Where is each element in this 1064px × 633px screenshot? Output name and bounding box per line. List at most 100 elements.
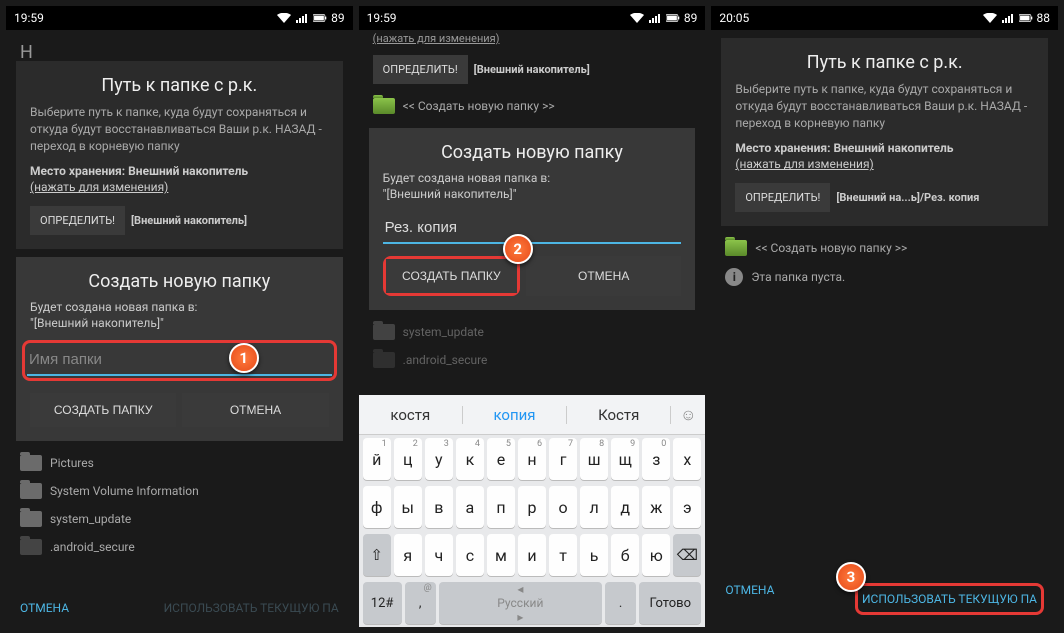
- key-н[interactable]: н6: [518, 438, 546, 480]
- key-с[interactable]: с: [456, 534, 484, 576]
- create-loc: "[Внешний накопитель]": [30, 316, 329, 330]
- cancel-button[interactable]: ОТМЕНА: [182, 393, 328, 427]
- battery-pct: 89: [684, 11, 698, 25]
- bottom-use-button[interactable]: ИСПОЛЬЗОВАТЬ ТЕКУЩУЮ ПА: [862, 592, 1037, 606]
- comma-key[interactable]: ,@: [405, 582, 436, 624]
- key-к[interactable]: к4: [456, 438, 484, 480]
- bottom-actions: ОТМЕНА ИСПОЛЬЗОВАТЬ ТЕКУЩУЮ ПА: [6, 601, 353, 615]
- battery-icon: [1019, 13, 1033, 23]
- folder-name-input[interactable]: [27, 345, 332, 376]
- folder-andsec[interactable]: .android_secure: [359, 346, 706, 374]
- emoji-icon[interactable]: ☺: [671, 405, 705, 425]
- key-ц[interactable]: ц2: [394, 438, 422, 480]
- battery-icon: [666, 13, 680, 23]
- phone-screenshot-1: 19:59 89 Н Путь к папке с р.к. Выберите …: [6, 6, 353, 627]
- folder-icon: [20, 511, 42, 527]
- highlight-create-btn: СОЗДАТЬ ПАПКУ: [383, 256, 520, 296]
- folder-sysupd[interactable]: system_update: [6, 505, 353, 533]
- key-ю[interactable]: ю: [642, 534, 670, 576]
- bottom-cancel-button[interactable]: ОТМЕНА: [725, 583, 774, 615]
- info-icon: i: [725, 268, 743, 286]
- dialog-desc: Выберите путь к папке, куда будут сохран…: [30, 104, 329, 154]
- key-г[interactable]: г7: [549, 438, 577, 480]
- backspace-key[interactable]: ⌫: [673, 534, 701, 576]
- folder-icon: [20, 539, 42, 555]
- done-key[interactable]: Готово: [639, 582, 701, 624]
- define-button[interactable]: ОПРЕДЕЛИТЬ!: [735, 183, 830, 212]
- key-ш[interactable]: ш8: [580, 438, 608, 480]
- folder-pictures[interactable]: Pictures: [6, 449, 353, 477]
- key-ы[interactable]: ы: [394, 486, 422, 528]
- key-д[interactable]: д: [611, 486, 639, 528]
- key-э[interactable]: э: [673, 486, 701, 528]
- folder-icon: [373, 98, 395, 114]
- folder-sysvol[interactable]: System Volume Information: [6, 477, 353, 505]
- numkey[interactable]: 12#: [363, 582, 402, 624]
- key-ф[interactable]: ф: [363, 486, 391, 528]
- key-о[interactable]: о: [549, 486, 577, 528]
- create-new-folder-row[interactable]: << Создать новую папку >>: [359, 92, 706, 120]
- folder-icon: [373, 352, 395, 368]
- wifi-icon: [983, 13, 997, 23]
- bottom-actions: ОТМЕНА ИСПОЛЬЗОВАТЬ ТЕКУЩУЮ ПА 3: [711, 583, 1058, 615]
- suggestion[interactable]: Костя: [567, 406, 671, 424]
- clock: 19:59: [14, 11, 44, 25]
- key-х[interactable]: х: [673, 438, 701, 480]
- define-button[interactable]: ОПРЕДЕЛИТЬ!: [30, 206, 125, 235]
- change-link-top[interactable]: (нажать для изменения): [359, 30, 706, 47]
- key-й[interactable]: й1: [363, 438, 391, 480]
- badge-3: 3: [836, 562, 866, 592]
- key-я[interactable]: я: [394, 534, 422, 576]
- folder-name-input[interactable]: [383, 213, 682, 244]
- statusbar: 19:59 89: [6, 6, 353, 30]
- key-ж[interactable]: ж: [642, 486, 670, 528]
- key-л[interactable]: л: [580, 486, 608, 528]
- highlight-input: [22, 340, 337, 381]
- key-у[interactable]: у3: [425, 438, 453, 480]
- key-б[interactable]: б: [611, 534, 639, 576]
- shift-key[interactable]: ⇧: [363, 534, 391, 576]
- folder-icon: [725, 240, 747, 256]
- key-р[interactable]: р: [518, 486, 546, 528]
- create-new-folder-row[interactable]: << Создать новую папку >>: [711, 234, 1058, 262]
- folder-icon: [20, 455, 42, 471]
- key-в[interactable]: в: [425, 486, 453, 528]
- bottom-use-button[interactable]: ИСПОЛЬЗОВАТЬ ТЕКУЩУЮ ПА: [164, 601, 339, 615]
- spacebar[interactable]: ◂ Русский ▸: [439, 582, 602, 624]
- key-м[interactable]: м: [487, 534, 515, 576]
- create-title: Создать новую папку: [383, 142, 682, 163]
- change-link[interactable]: (нажать для изменения): [30, 180, 329, 194]
- path-dialog: Путь к папке с р.к. Выберите путь к папк…: [16, 61, 343, 249]
- phone-screenshot-3: 20:05 88 Путь к папке с р.к. Выберите пу…: [711, 6, 1058, 627]
- period-key[interactable]: .: [605, 582, 636, 624]
- key-ч[interactable]: ч: [425, 534, 453, 576]
- create-folder-button[interactable]: СОЗДАТЬ ПАПКУ: [30, 393, 176, 427]
- suggestion[interactable]: копия: [463, 406, 567, 424]
- wifi-icon: [630, 13, 644, 23]
- badge-2: 2: [503, 234, 533, 264]
- key-щ[interactable]: щ9: [611, 438, 639, 480]
- soft-keyboard: костя копия Костя ☺ й1ц2у3к4е5н6г7ш8щ9з0…: [359, 395, 706, 627]
- create-folder-button[interactable]: СОЗДАТЬ ПАПКУ: [386, 259, 517, 293]
- empty-folder-msg: iЭта папка пуста.: [711, 262, 1058, 292]
- change-link[interactable]: (нажать для изменения): [735, 157, 1034, 171]
- key-е[interactable]: е5: [487, 438, 515, 480]
- clock: 20:05: [719, 11, 749, 25]
- key-и[interactable]: и: [518, 534, 546, 576]
- phone-screenshot-2: 19:59 89 (нажать для изменения) ОПРЕДЕЛИ…: [359, 6, 706, 627]
- suggestion[interactable]: костя: [359, 406, 463, 424]
- key-ь[interactable]: ь: [580, 534, 608, 576]
- bottom-cancel-button[interactable]: ОТМЕНА: [20, 601, 69, 615]
- key-т[interactable]: т: [549, 534, 577, 576]
- key-з[interactable]: з0: [642, 438, 670, 480]
- create-subtitle: Будет создана новая папка в:: [30, 300, 329, 314]
- create-loc: "[Внешний накопитель]": [383, 187, 682, 201]
- path-text: [Внешний накопитель]: [131, 214, 247, 227]
- cancel-button[interactable]: ОТМЕНА: [526, 256, 681, 296]
- define-button[interactable]: ОПРЕДЕЛИТЬ!: [373, 55, 468, 84]
- folder-sysupd[interactable]: system_update: [359, 318, 706, 346]
- folder-andsec[interactable]: .android_secure: [6, 533, 353, 561]
- key-а[interactable]: а: [456, 486, 484, 528]
- signal-icon: [648, 13, 662, 23]
- key-п[interactable]: п: [487, 486, 515, 528]
